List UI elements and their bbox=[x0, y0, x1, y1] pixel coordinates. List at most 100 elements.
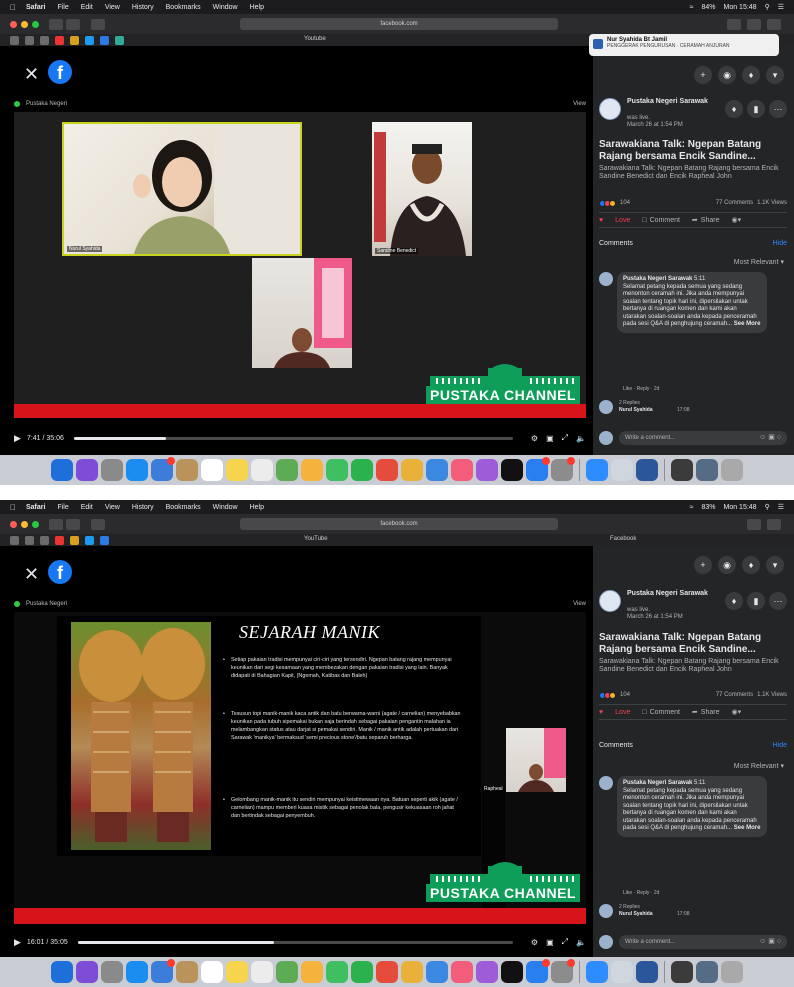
siri-icon[interactable] bbox=[76, 961, 98, 983]
zoom-window-button[interactable] bbox=[32, 20, 39, 28]
calendar-icon[interactable] bbox=[201, 459, 223, 481]
finder-icon[interactable] bbox=[51, 961, 73, 983]
trash-icon[interactable] bbox=[721, 459, 743, 481]
bell-icon[interactable]: ♦ bbox=[725, 592, 743, 610]
menu-bookmarks[interactable]: Bookmarks bbox=[166, 504, 201, 511]
safari-icon[interactable] bbox=[126, 459, 148, 481]
zoom-icon[interactable] bbox=[586, 961, 608, 983]
miniplayer-icon[interactable]: ▣ bbox=[546, 938, 554, 947]
replies-count[interactable]: 2 Replies bbox=[619, 904, 640, 910]
system-preferences-icon[interactable] bbox=[551, 457, 575, 481]
save-icon[interactable]: ▮ bbox=[747, 592, 765, 610]
zoom-icon[interactable] bbox=[586, 459, 608, 481]
bookmark-icon[interactable] bbox=[40, 35, 49, 45]
news-icon[interactable] bbox=[376, 961, 398, 983]
minimize-window-button[interactable] bbox=[21, 520, 28, 528]
menu-history[interactable]: History bbox=[132, 4, 154, 11]
menu-edit[interactable]: Edit bbox=[81, 504, 93, 511]
hide-comments-button[interactable]: Hide bbox=[773, 240, 787, 250]
bookmark-icon[interactable] bbox=[25, 535, 34, 545]
emoji-icon[interactable]: ☺ ▣ ○ bbox=[759, 937, 781, 945]
bookmark-icon[interactable] bbox=[70, 35, 79, 45]
audience-icon[interactable]: ◉▾ bbox=[731, 216, 741, 224]
minimize-window-button[interactable] bbox=[21, 20, 28, 28]
menu-view[interactable]: View bbox=[105, 504, 120, 511]
bookmark-icon[interactable] bbox=[10, 535, 19, 545]
keynote-icon[interactable] bbox=[401, 961, 423, 983]
comment-author[interactable]: Pustaka Negeri Sarawak 5:11 bbox=[623, 276, 761, 284]
forward-button[interactable] bbox=[66, 518, 80, 530]
replies-count[interactable]: 2 Replies bbox=[619, 400, 640, 406]
bookmark-icon[interactable] bbox=[25, 35, 34, 45]
maps-icon[interactable] bbox=[276, 961, 298, 983]
menu-file[interactable]: File bbox=[57, 4, 68, 11]
battery-status[interactable]: 84% bbox=[701, 4, 715, 11]
comment-sort-dropdown[interactable]: Most Relevant ▾ bbox=[734, 762, 784, 770]
comment-author[interactable]: Pustaka Negeri Sarawak 5:11 bbox=[623, 780, 761, 788]
zoom-view-button[interactable]: View bbox=[573, 601, 586, 607]
comment-icon[interactable]: □ bbox=[642, 217, 646, 224]
search-icon[interactable]: ⚲ bbox=[765, 503, 770, 511]
emoji-icon[interactable]: ☺ ▣ ○ bbox=[759, 433, 781, 441]
recent-window-icon[interactable] bbox=[696, 459, 718, 481]
address-bar[interactable]: facebook.com bbox=[240, 518, 558, 530]
miniplayer-icon[interactable]: ▣ bbox=[546, 434, 554, 443]
tab-youtube[interactable]: Youtube bbox=[304, 36, 326, 42]
page-avatar[interactable] bbox=[599, 590, 621, 612]
keynote-icon[interactable] bbox=[401, 459, 423, 481]
comment-avatar[interactable] bbox=[599, 776, 613, 790]
comment-button[interactable]: Comment bbox=[650, 709, 680, 716]
audience-icon[interactable]: ◉▾ bbox=[731, 708, 741, 716]
video-progress-bar[interactable] bbox=[77, 940, 513, 944]
trash-icon[interactable] bbox=[721, 961, 743, 983]
tv-icon[interactable] bbox=[501, 961, 523, 983]
close-window-button[interactable] bbox=[10, 20, 17, 28]
settings-icon[interactable]: ⚙ bbox=[531, 434, 538, 443]
wifi-icon[interactable]: ≈ bbox=[690, 504, 694, 511]
settings-icon[interactable]: ⚙ bbox=[531, 938, 538, 947]
system-preferences-icon[interactable] bbox=[551, 959, 575, 983]
photos-icon[interactable] bbox=[301, 459, 323, 481]
sidebar-button[interactable] bbox=[91, 18, 105, 30]
tab-overview-button[interactable] bbox=[767, 18, 781, 30]
recent-window-icon[interactable] bbox=[671, 961, 693, 983]
play-icon[interactable]: ▶ bbox=[14, 937, 21, 948]
facetime-icon[interactable] bbox=[326, 459, 348, 481]
youtube-bookmark-icon[interactable] bbox=[55, 535, 64, 545]
share-icon[interactable]: ➦ bbox=[692, 216, 698, 224]
podcasts-icon[interactable] bbox=[476, 961, 498, 983]
launchpad-icon[interactable] bbox=[101, 459, 123, 481]
share-button[interactable]: Share bbox=[701, 709, 720, 716]
more-icon[interactable]: ⋯ bbox=[769, 100, 787, 118]
reply-preview[interactable]: 2 Replies Nurul Syahida 17:08 bbox=[599, 400, 787, 414]
volume-icon[interactable]: 🔈 bbox=[576, 434, 586, 443]
preview-icon[interactable] bbox=[611, 961, 633, 983]
apple-icon[interactable]:  bbox=[10, 3, 16, 12]
page-avatar[interactable] bbox=[599, 98, 621, 120]
preview-icon[interactable] bbox=[611, 459, 633, 481]
bell-icon[interactable]: ♦ bbox=[742, 556, 760, 574]
close-window-button[interactable] bbox=[10, 520, 17, 528]
bookmark-icon[interactable] bbox=[100, 535, 109, 545]
back-button[interactable] bbox=[49, 518, 63, 530]
bookmark-icon[interactable] bbox=[85, 535, 94, 545]
menu-window[interactable]: Window bbox=[213, 4, 238, 11]
love-button[interactable]: Love bbox=[615, 217, 630, 224]
news-icon[interactable] bbox=[376, 459, 398, 481]
wifi-icon[interactable]: ≈ bbox=[690, 4, 694, 11]
clock[interactable]: Mon 15:48 bbox=[723, 4, 756, 11]
video-progress-bar[interactable] bbox=[73, 436, 513, 440]
chevron-down-icon[interactable]: ▾ bbox=[766, 556, 784, 574]
comment-avatar[interactable] bbox=[599, 272, 613, 286]
zoom-window-button[interactable] bbox=[32, 520, 39, 528]
menu-safari[interactable]: Safari bbox=[26, 4, 45, 11]
share-button[interactable]: Share bbox=[701, 217, 720, 224]
comment-sort-dropdown[interactable]: Most Relevant ▾ bbox=[734, 258, 784, 266]
menu-edit[interactable]: Edit bbox=[81, 4, 93, 11]
menu-help[interactable]: Help bbox=[250, 4, 264, 11]
mail-icon[interactable] bbox=[151, 457, 175, 481]
comment-count[interactable]: 77 Comments bbox=[716, 692, 753, 698]
recent-window-icon[interactable] bbox=[696, 961, 718, 983]
safari-icon[interactable] bbox=[126, 961, 148, 983]
chevron-down-icon[interactable]: ▾ bbox=[766, 66, 784, 84]
